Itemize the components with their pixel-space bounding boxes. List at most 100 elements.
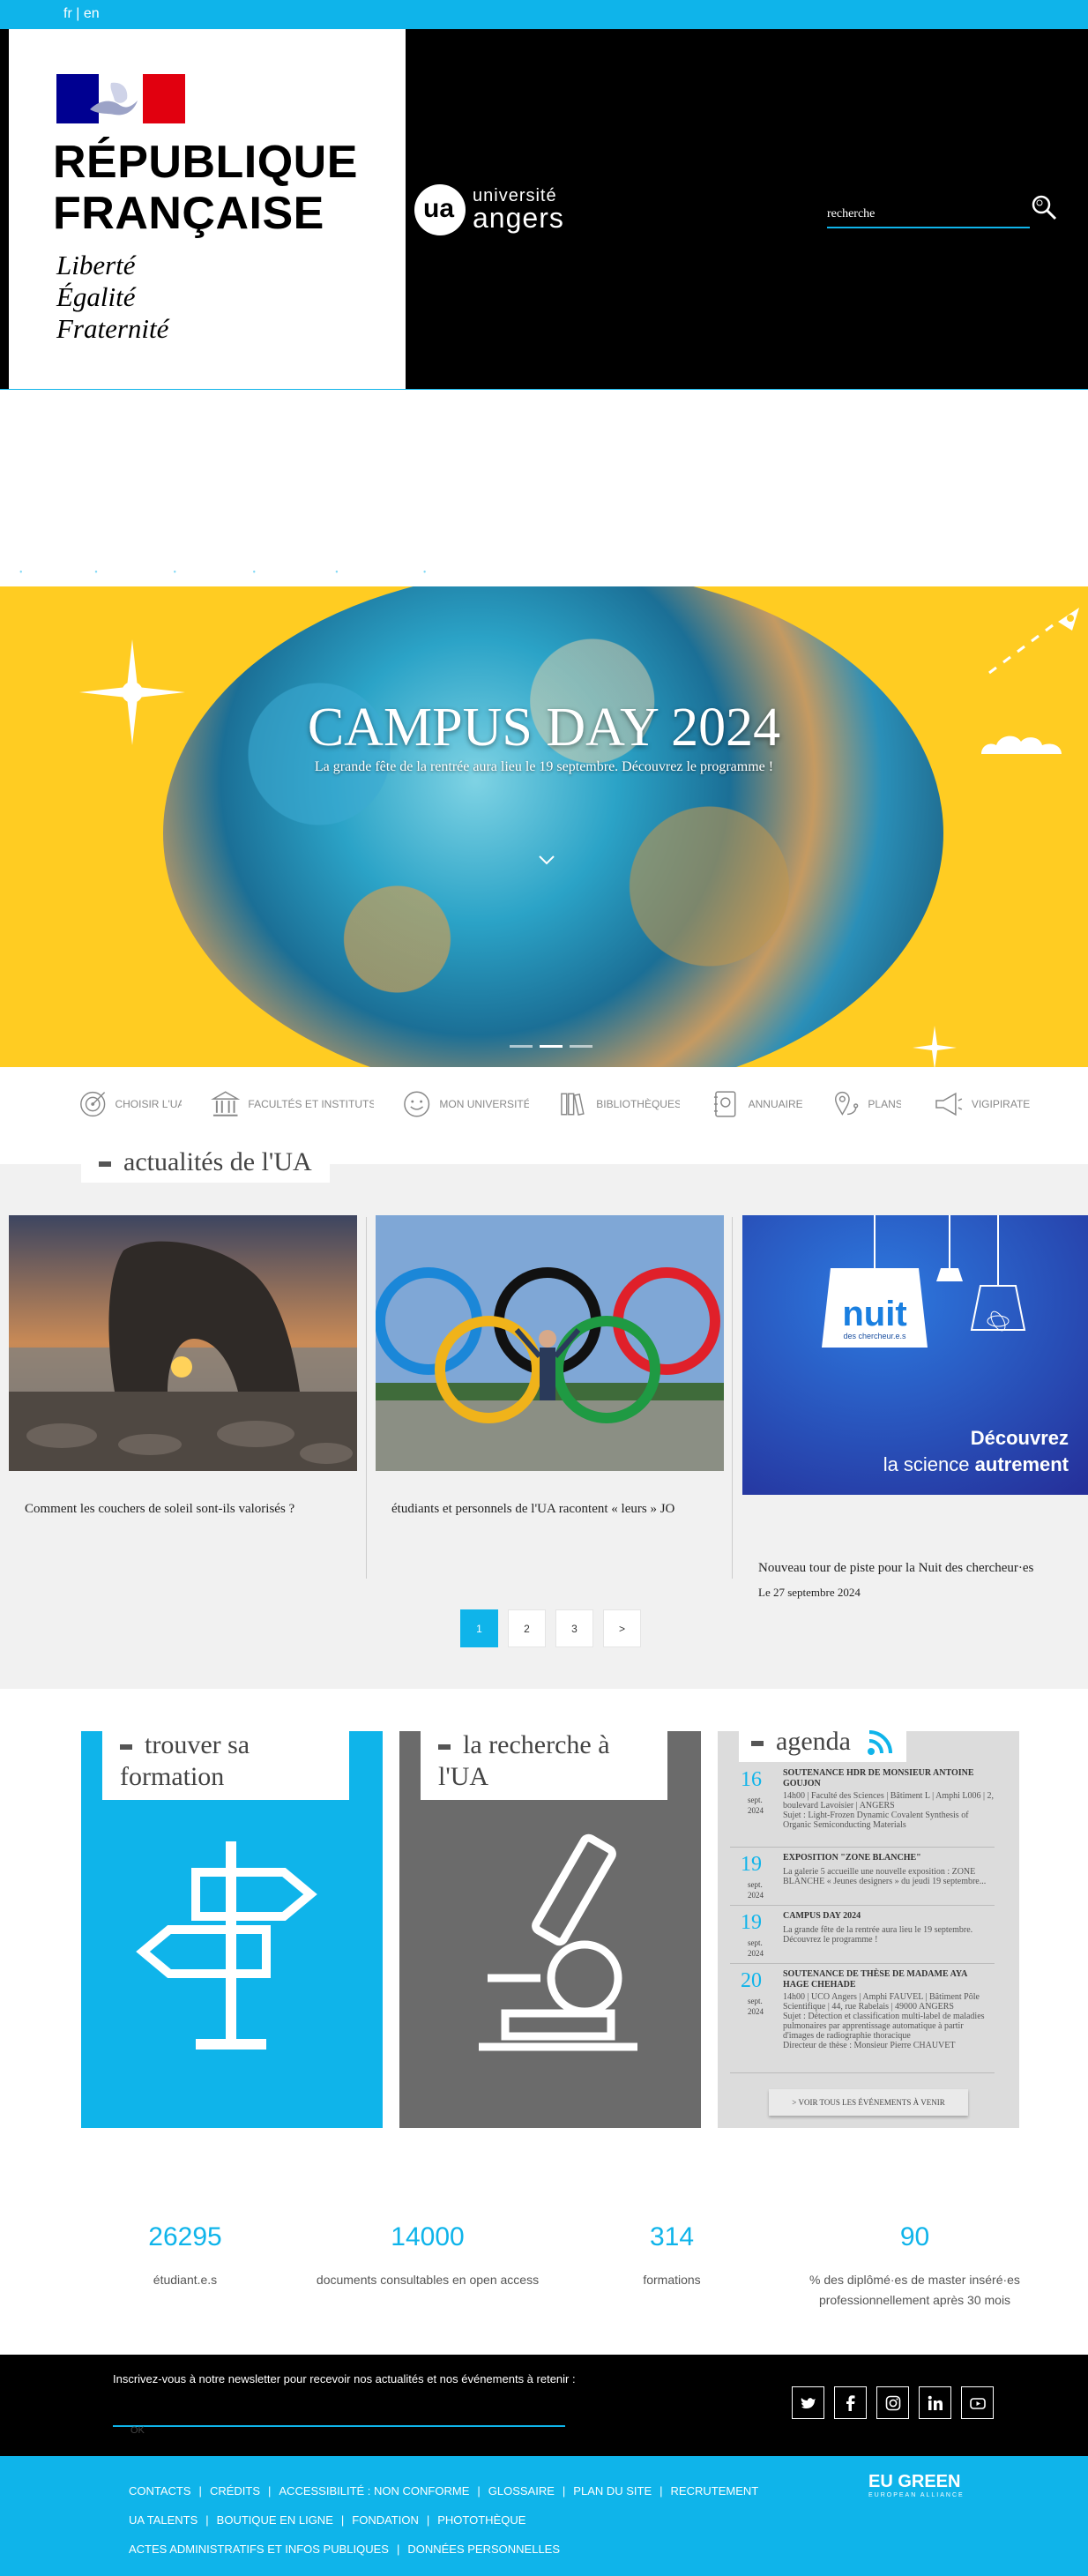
language-switcher[interactable]: fr | en xyxy=(63,6,100,22)
agenda-item[interactable]: 20 sept. 2024 SOUTENANCE DE THÈSE DE MADA… xyxy=(730,1969,995,2073)
youtube-icon[interactable] xyxy=(961,2386,994,2419)
linkedin-icon[interactable] xyxy=(919,2386,951,2419)
footer-separator: | xyxy=(562,2484,566,2498)
newsletter-email-input[interactable] xyxy=(113,2408,565,2427)
formation-heading: trouver sa formation xyxy=(102,1722,349,1800)
footer-separator: | xyxy=(205,2513,209,2527)
footer-separator: | xyxy=(340,2513,345,2527)
page-2-button[interactable]: 2 xyxy=(508,1609,546,1647)
agenda-item[interactable]: 19 sept. 2024 EXPOSITION "ZONE BLANCHE" L… xyxy=(730,1853,995,1906)
news-divider xyxy=(366,1217,367,1579)
institution-icon xyxy=(211,1091,241,1116)
rss-feed-icon[interactable] xyxy=(864,1729,894,1758)
hero-title[interactable]: CAMPUS DAY 2024 xyxy=(0,697,1088,759)
nav-item-recherche[interactable]: Recherche xyxy=(174,567,224,585)
news-divider xyxy=(732,1217,733,1579)
footer-link[interactable]: CRÉDITS xyxy=(210,2484,260,2498)
recherche-heading: la recherche à l'UA xyxy=(421,1722,667,1800)
news-card[interactable]: nuit des chercheur.e.s Découvrez la scie… xyxy=(742,1215,1088,1599)
universite-angers-logo[interactable]: ua université angers xyxy=(414,184,591,241)
news-card[interactable]: Comment les couchers de soleil sont-ils … xyxy=(9,1215,357,1577)
next-page-button[interactable]: > xyxy=(603,1609,641,1647)
news-heading: actualités de l'UA xyxy=(81,1142,330,1183)
signpost-icon xyxy=(136,1841,317,2050)
republique-motto: Liberté Égalité Fraternité xyxy=(56,250,168,345)
footer-separator: | xyxy=(477,2484,481,2498)
instagram-icon[interactable] xyxy=(876,2386,909,2419)
news-caption[interactable]: Comment les couchers de soleil sont-ils … xyxy=(25,1502,357,1517)
footer-separator: | xyxy=(198,2484,202,2498)
footer-link[interactable]: RECRUTEMENT xyxy=(671,2484,759,2498)
see-all-events-button[interactable]: > VOIR TOUS LES ÉVÉNEMENTS À VENIR xyxy=(769,2089,968,2116)
footer-link[interactable]: PLAN DU SITE xyxy=(573,2484,652,2498)
search-input[interactable] xyxy=(827,202,1030,228)
footer-link[interactable]: DONNÉES PERSONNELLES xyxy=(407,2542,560,2556)
quicklink-choisir[interactable]: CHOISIR L'UA xyxy=(78,1086,182,1122)
republique-francaise-logo[interactable]: RÉPUBLIQUE FRANÇAISE Liberté Égalité Frat… xyxy=(9,29,406,389)
footer-link[interactable]: UA TALENTS xyxy=(129,2513,197,2527)
footer-link[interactable]: FONDATION xyxy=(352,2513,419,2527)
main-navigation: Vous êtes Université Recherche Formations In… xyxy=(19,567,522,585)
search-icon[interactable] xyxy=(1030,193,1058,221)
quicklink-bibliotheques[interactable]: BIBLIOTHÈQUES xyxy=(558,1086,680,1122)
eu-green-logo[interactable]: EU GREEN EUROPEAN ALLIANCE xyxy=(868,2472,974,2507)
nav-item-vous-êtes[interactable]: Vous êtes xyxy=(19,567,67,585)
hero-carousel[interactable]: CAMPUS DAY 2024 La grande fête de la ren… xyxy=(0,586,1088,1067)
page-3-button[interactable]: 3 xyxy=(555,1609,593,1647)
megaphone-icon xyxy=(935,1092,963,1116)
news-caption[interactable]: étudiants et personnels de l'UA raconten… xyxy=(391,1502,724,1517)
news-caption[interactable]: Nouveau tour de piste pour la Nuit des c… xyxy=(758,1561,1088,1576)
feature-blocks: trouver sa formation la recherche à l'UA… xyxy=(0,1689,1088,2147)
quicklink-facultes[interactable]: FACULTÉS ET INSTITUTS xyxy=(210,1086,374,1122)
page-1-button[interactable]: 1 xyxy=(460,1609,498,1647)
formation-block[interactable]: trouver sa formation xyxy=(81,1722,383,2128)
news-date: Le 27 septembre 2024 xyxy=(758,1586,861,1599)
hero-plastic-globe-image xyxy=(163,586,943,1067)
motto-liberte: Liberté xyxy=(56,250,136,280)
footer-link[interactable]: ACTES ADMINISTRATIFS ET INFOS PUBLIQUES xyxy=(129,2542,389,2556)
footer-separator: | xyxy=(660,2484,663,2498)
footer-links-row-1: CONTACTS | CRÉDITS | ACCESSIBILITÉ : NON CON… xyxy=(129,2484,758,2498)
news-card[interactable]: étudiants et personnels de l'UA raconten… xyxy=(376,1215,724,1577)
agenda-heading: agenda xyxy=(739,1722,907,1763)
footer-link[interactable]: ACCESSIBILITÉ : NON CONFORME xyxy=(279,2484,469,2498)
carousel-dots xyxy=(510,1045,592,1048)
footer-link[interactable]: GLOSSAIRE xyxy=(488,2484,555,2498)
nav-item-vie-des-campus[interactable]: Vie des campus xyxy=(423,567,494,585)
stat-item: 314 formations xyxy=(643,2222,701,2287)
twitter-icon[interactable] xyxy=(792,2386,824,2419)
motto-egalite: Égalité xyxy=(56,281,136,312)
nav-item-formations[interactable]: Formations xyxy=(252,567,307,585)
quicklink-mon-universite[interactable]: MON UNIVERSITÉ xyxy=(401,1086,529,1122)
quicklink-vigipirate[interactable]: VIGIPIRATE xyxy=(933,1086,1030,1122)
heading-dash xyxy=(99,1161,111,1168)
site-header: RÉPUBLIQUE FRANÇAISE Liberté Égalité Frat… xyxy=(0,29,1088,578)
newsletter-text: Inscrivez-vous à notre newsletter pour r… xyxy=(113,2372,576,2386)
search-box xyxy=(827,202,1030,228)
chevron-down-icon[interactable] xyxy=(536,849,557,870)
carousel-dot[interactable] xyxy=(510,1045,533,1048)
quicklink-plans[interactable]: PLANS xyxy=(831,1086,901,1122)
quicklink-annuaire[interactable]: ANNUAIRE xyxy=(710,1086,802,1122)
footer-link[interactable]: BOUTIQUE EN LIGNE xyxy=(217,2513,333,2527)
target-icon xyxy=(80,1091,106,1117)
recherche-block[interactable]: la recherche à l'UA xyxy=(399,1722,701,2128)
stat-item: 14000 documents consultables en open acc… xyxy=(316,2222,540,2287)
map-pin-icon xyxy=(835,1091,859,1116)
nav-item-international[interactable]: International xyxy=(335,567,395,585)
nav-item-université[interactable]: Université xyxy=(94,567,145,585)
footer-link[interactable]: CONTACTS xyxy=(129,2484,191,2498)
stat-item: 90 % des diplômé·es de master inséré·es … xyxy=(809,2222,1020,2307)
newsletter-section: Inscrivez-vous à notre newsletter pour r… xyxy=(0,2355,1088,2456)
newsletter-ok-button[interactable]: OK xyxy=(130,2425,145,2436)
rf-title-line: RÉPUBLIQUE xyxy=(53,137,358,188)
facebook-icon[interactable] xyxy=(834,2386,867,2419)
rocket-icon xyxy=(988,608,1079,675)
carousel-dot-active[interactable] xyxy=(540,1045,563,1048)
carousel-dot[interactable] xyxy=(570,1045,592,1048)
agenda-item[interactable]: 16 sept. 2024 SOUTENANCE HDR DE MONSIEUR … xyxy=(730,1768,995,1848)
hero-subtitle: La grande fête de la rentrée aura lieu l… xyxy=(314,759,774,774)
agenda-item[interactable]: 19 sept. 2024 CAMPUS DAY 2024 La grande f… xyxy=(730,1911,995,1964)
footer-link[interactable]: PHOTOTHÈQUE xyxy=(437,2513,525,2527)
rf-title-line: FRANÇAISE xyxy=(53,188,324,239)
